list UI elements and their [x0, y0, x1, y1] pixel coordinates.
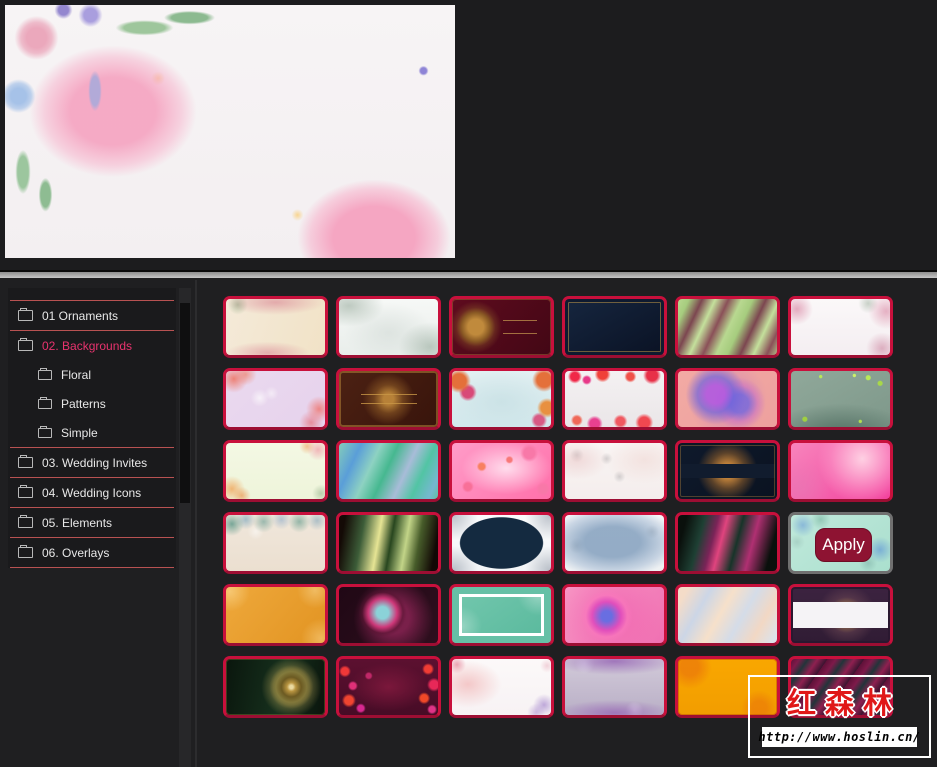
sidebar-item-03-wedding-invites[interactable]: 03. Wedding Invites: [8, 448, 176, 477]
watermark-title: 红森林: [786, 688, 901, 720]
thumbnail-blue-watercolor-sketch[interactable]: [562, 512, 667, 574]
thumbnail-sage-green-bokeh[interactable]: [788, 368, 893, 430]
sidebar-item-label: Patterns: [61, 396, 106, 411]
thumbnail-grid: [223, 296, 893, 718]
thumbnail-navy-gold-frame[interactable]: [562, 296, 667, 358]
folder-icon: [38, 425, 52, 438]
thumbnail-teal-blue-marble[interactable]: [336, 440, 441, 502]
thumbnail-white-red-bokeh[interactable]: [562, 368, 667, 430]
thumbnail-white-navy-badge[interactable]: [449, 512, 554, 574]
sidebar-item-simple[interactable]: Simple: [8, 418, 176, 447]
apply-button[interactable]: Apply: [815, 528, 872, 562]
sidebar-item-04-wedding-icons[interactable]: 04. Wedding Icons: [8, 478, 176, 507]
separator: [10, 567, 174, 568]
pane-splitter[interactable]: [0, 270, 937, 278]
thumbnail-pink-hearts[interactable]: [449, 440, 554, 502]
sidebar-item-label: 04. Wedding Icons: [42, 485, 142, 500]
folder-icon: [18, 485, 33, 498]
thumbnail-sketch-tulips-watercolor[interactable]: [562, 440, 667, 502]
canvas-area: [0, 0, 937, 270]
sidebar-item-label: 03. Wedding Invites: [42, 455, 148, 470]
folder-icon: [38, 396, 52, 409]
thumbnail-dark-magenta-green-waves[interactable]: [675, 512, 780, 574]
thumbnail-navy-split-gold-mandala[interactable]: [675, 440, 780, 502]
sidebar-item-label: Floral: [61, 367, 92, 382]
thumbnail-magenta-pink-gradient[interactable]: [788, 440, 893, 502]
sidebar-item-label: 01 Ornaments: [42, 308, 119, 323]
sidebar-item-patterns[interactable]: Patterns: [8, 389, 176, 418]
folder-icon: [38, 367, 52, 380]
sidebar-item-01-ornaments[interactable]: 01 Ornaments: [8, 301, 176, 330]
sidebar-item-06-overlays[interactable]: 06. Overlays: [8, 538, 176, 567]
scrollbar-thumb[interactable]: [180, 303, 190, 503]
thumbnail-brown-gold-ornament[interactable]: [336, 368, 441, 430]
thumbnail-black-gold-green-waves[interactable]: [336, 512, 441, 574]
wedding-design-app: 01 Ornaments 02. Backgrounds Floral Pattern…: [0, 0, 937, 767]
sidebar-item-label: 02. Backgrounds: [42, 338, 133, 353]
sidebar-item-label: Simple: [61, 425, 98, 440]
sidebar-scrollbar[interactable]: [179, 288, 191, 767]
canvas-preview[interactable]: [5, 5, 455, 258]
thumbnail-green-gold-mandala[interactable]: [223, 656, 328, 718]
thumbnail-sage-leaves-white[interactable]: [336, 296, 441, 358]
thumbnail-maroon-petal-confetti[interactable]: [336, 656, 441, 718]
thumbnail-lavender-roses-band[interactable]: [562, 656, 667, 718]
panel-divider: [195, 280, 197, 767]
folder-icon: [18, 455, 33, 468]
sidebar-item-label: 06. Overlays: [42, 545, 110, 560]
folder-icon: [18, 308, 33, 321]
folder-icon: [18, 338, 33, 351]
sidebar-item-02-backgrounds[interactable]: 02. Backgrounds: [8, 331, 176, 360]
thumbnail-maroon-gold-mandala[interactable]: [449, 296, 554, 358]
sidebar-item-floral[interactable]: Floral: [8, 360, 176, 389]
folder-icon: [18, 545, 33, 558]
thumbnail-dark-pink-teal-swirl[interactable]: [336, 584, 441, 646]
thumbnail-lavender-rose-bokeh[interactable]: [223, 368, 328, 430]
thumbnail-aqua-orange-floral[interactable]: [449, 368, 554, 430]
thumbnail-succulent-cream[interactable]: [223, 512, 328, 574]
thumbnail-white-pink-lilac-floral[interactable]: [449, 656, 554, 718]
thumbnail-floral-cream-roses[interactable]: [223, 296, 328, 358]
thumbnail-green-maroon-streaks[interactable]: [675, 296, 780, 358]
watermark-frame: 红森林 http://www.hoslin.cn/: [748, 675, 931, 758]
thumbnail-purple-mandala-white-band[interactable]: [788, 584, 893, 646]
thumbnail-gold-lace[interactable]: [223, 584, 328, 646]
thumbnail-pink-blue-spiral[interactable]: [562, 584, 667, 646]
thumbnail-pale-green-peach-floral[interactable]: [223, 440, 328, 502]
thumbnail-white-rose-corners[interactable]: [788, 296, 893, 358]
sidebar-item-label: 05. Elements: [42, 515, 113, 530]
assets-pane: 01 Ornaments 02. Backgrounds Floral Pattern…: [0, 278, 937, 767]
sidebar-item-05-elements[interactable]: 05. Elements: [8, 508, 176, 537]
folder-icon: [18, 515, 33, 528]
category-tree: 01 Ornaments 02. Backgrounds Floral Pattern…: [8, 288, 176, 568]
watermark-url: http://www.hoslin.cn/: [758, 727, 920, 747]
thumbnail-pink-purple-swirl[interactable]: [675, 368, 780, 430]
thumbnail-pastel-peach-blue-swirl[interactable]: [675, 584, 780, 646]
thumbnail-teal-white-frame[interactable]: [449, 584, 554, 646]
